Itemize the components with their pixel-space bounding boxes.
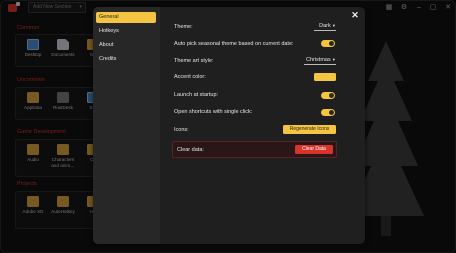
tab-about[interactable]: About <box>96 40 156 51</box>
seasonal-theme-label: Auto pick seasonal theme based on curren… <box>174 41 294 47</box>
art-style-value: Christmas <box>305 57 331 63</box>
theme-select[interactable]: Dark ▾ <box>314 23 336 31</box>
launch-startup-label: Launch at startup: <box>174 92 219 98</box>
art-style-select[interactable]: Christmas ▾ <box>304 57 336 65</box>
regenerate-icons-button[interactable]: Regenerate Icons <box>283 125 336 134</box>
theme-value: Dark <box>319 23 331 29</box>
settings-dialog: General Hotkeys About Credits ✕ Theme: D… <box>93 7 365 244</box>
tab-hotkeys[interactable]: Hotkeys <box>96 26 156 37</box>
clear-data-button[interactable]: Clear Data <box>295 145 333 154</box>
tab-credits[interactable]: Credits <box>96 54 156 65</box>
theme-label: Theme: <box>174 24 193 30</box>
close-dialog-icon[interactable]: ✕ <box>350 10 360 20</box>
seasonal-theme-toggle[interactable] <box>321 40 335 47</box>
chevron-down-icon: ▾ <box>332 57 335 62</box>
chevron-down-icon: ▾ <box>332 23 335 28</box>
single-click-label: Open shortcuts with single click: <box>174 109 253 115</box>
accent-color-swatch[interactable] <box>314 73 336 81</box>
accent-color-label: Accent color: <box>174 74 206 80</box>
art-style-label: Theme art style: <box>174 58 214 64</box>
launch-startup-toggle[interactable] <box>321 92 335 99</box>
clear-data-label: Clear data: <box>177 147 204 153</box>
settings-sidebar: General Hotkeys About Credits <box>93 7 160 244</box>
single-click-toggle[interactable] <box>321 109 335 116</box>
icons-label: Icons: <box>174 127 189 133</box>
clear-data-row: Clear data: Clear Data <box>172 141 337 158</box>
tab-general[interactable]: General <box>96 12 156 23</box>
